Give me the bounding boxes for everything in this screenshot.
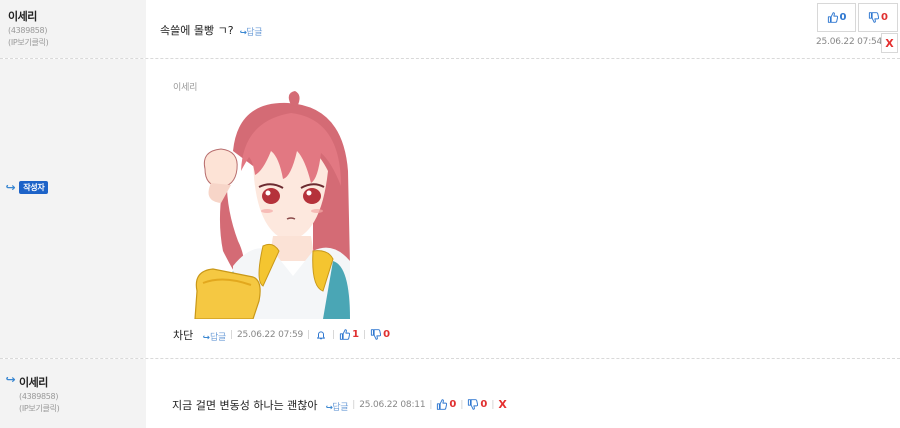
comment-row-1: 이세리 (4389858) (IP보기클릭) 속쓸에 몰빵 ㄱ? ↪답글 0 0… [0, 0, 900, 58]
dislike-button[interactable]: 0 [858, 3, 898, 32]
author-nickname[interactable]: 이세리 [8, 8, 37, 24]
author-id: (4389858) [8, 26, 48, 35]
ip-view-link[interactable]: (IP보기클릭) [8, 37, 49, 48]
comment-text: 차단 [173, 328, 194, 342]
thumbs-down-icon [371, 329, 382, 340]
thumbs-down-icon [868, 12, 880, 23]
reply-label: 답글 [246, 28, 263, 38]
separator: | [491, 399, 495, 410]
report-bell-icon[interactable] [316, 330, 326, 340]
separator: | [429, 399, 433, 410]
reply-author-marker: ↪ 작성자 [5, 181, 49, 194]
separator: | [352, 399, 356, 410]
comment-row-2: ↪ 작성자 이세리 차단 ↪답글 | 25.06.22 07:59 | | 1 … [0, 59, 900, 358]
like-button[interactable]: 0 [436, 399, 456, 410]
author-badge: 작성자 [19, 181, 49, 194]
comment-timestamp: 25.06.22 07:59 [236, 329, 304, 340]
separator: | [307, 329, 311, 340]
comment-text: 속쓸에 몰빵 ㄱ? [160, 23, 234, 37]
dislike-button[interactable]: 0 [370, 329, 390, 340]
like-button[interactable]: 0 [817, 3, 856, 32]
author-nickname[interactable]: 이세리 [19, 374, 48, 390]
dislike-count: 0 [480, 399, 488, 410]
author-column [0, 59, 146, 358]
dislike-count: 0 [881, 12, 888, 23]
thumbs-down-icon [468, 399, 479, 410]
delete-button[interactable]: X [881, 33, 898, 53]
separator: | [460, 399, 464, 410]
dislike-count: 0 [383, 329, 391, 340]
reply-link[interactable]: ↪답글 [203, 325, 226, 344]
like-button[interactable]: 1 [339, 329, 359, 340]
thumbs-up-icon [827, 12, 838, 23]
reply-arrow-icon: ↪ [239, 28, 247, 37]
separator: | [332, 329, 336, 340]
delete-label: X [885, 36, 894, 50]
separator: | [229, 329, 233, 340]
dislike-button[interactable]: 0 [467, 399, 487, 410]
reply-arrow-icon: ↪ [325, 403, 333, 412]
reply-label: 답글 [209, 333, 226, 343]
thumbs-up-icon [340, 329, 351, 340]
reply-arrow-icon: ↪ [5, 373, 16, 386]
author-id: (4389858) [19, 392, 59, 401]
delete-button[interactable]: X [498, 398, 506, 411]
comment-image[interactable] [193, 91, 350, 319]
comment-timestamp: 25.06.22 08:11 [359, 399, 426, 410]
like-count: 1 [352, 329, 360, 340]
like-count: 0 [839, 12, 847, 23]
reply-label: 답글 [332, 403, 349, 413]
comment-text: 지금 걸면 변동성 하나는 괜찮아 [172, 398, 318, 412]
thumbs-up-icon [437, 399, 448, 410]
comment-body: 지금 걸면 변동성 하나는 괜찮아 ↪답글 | 25.06.22 08:11 |… [172, 395, 507, 414]
comment-timestamp: 25.06.22 07:54 [816, 37, 883, 47]
reply-arrow-icon: ↪ [5, 181, 16, 194]
reply-arrow-icon: ↪ [202, 333, 211, 342]
comment-row-3: ↪ 이세리 (4389858) (IP보기클릭) 지금 걸면 변동성 하나는 괜… [0, 359, 900, 428]
reply-link[interactable]: ↪답글 [325, 395, 349, 414]
separator: | [363, 329, 367, 340]
ip-view-link[interactable]: (IP보기클릭) [19, 403, 60, 414]
reply-link[interactable]: ↪답글 [239, 20, 263, 39]
comment-body: 속쓸에 몰빵 ㄱ? ↪답글 [160, 20, 263, 39]
like-count: 0 [449, 399, 457, 410]
comment-footer: 차단 ↪답글 | 25.06.22 07:59 | | 1 | 0 [173, 325, 390, 344]
